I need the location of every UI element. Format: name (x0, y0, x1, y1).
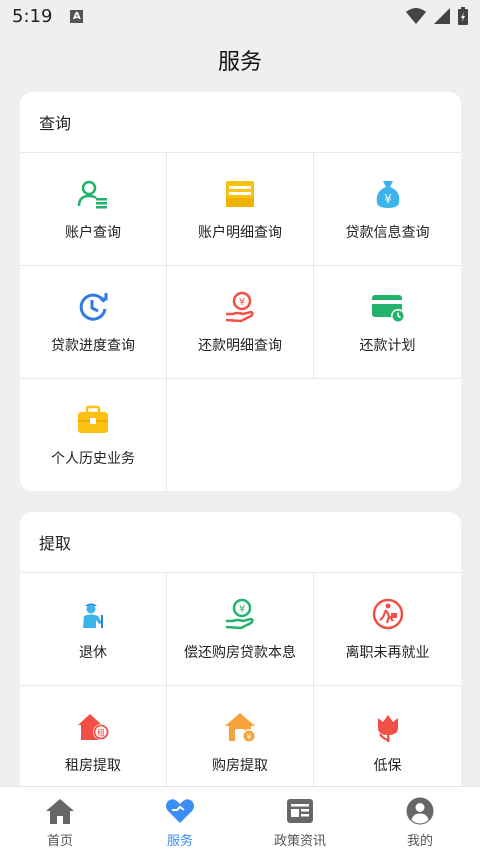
service-history-business[interactable]: 个人历史业务 (20, 379, 167, 491)
section-title-withdraw: 提取 (20, 512, 461, 573)
service-account-detail[interactable]: 账户明细查询 (167, 153, 314, 266)
loan-info-icon: ¥ (376, 181, 399, 208)
svg-text:租: 租 (97, 729, 105, 738)
wifi-icon (406, 8, 426, 24)
query-section-card: 查询 账户查询 账户明细查询 ¥ 贷款信息查询 贷款进度查询 ¥ 还款明细查询 … (20, 92, 461, 491)
svg-text:¥: ¥ (246, 733, 251, 742)
service-buy-house[interactable]: ¥ 购房提取 (167, 686, 314, 799)
cell-label: 贷款信息查询 (345, 225, 430, 241)
service-loan-progress[interactable]: 贷款进度查询 (20, 266, 167, 379)
history-business-icon (78, 405, 108, 433)
status-time: 5:19 (12, 5, 53, 27)
page-title: 服务 (217, 50, 262, 75)
service-resign[interactable]: 离职未再就业 (314, 573, 461, 686)
nav-label: 服务 (166, 834, 193, 849)
nav-profile[interactable]: 我的 (360, 787, 480, 853)
cell-label: 离职未再就业 (345, 645, 430, 661)
account-query-icon (77, 180, 107, 209)
bottom-nav: 首页 服务 政策资讯 我的 (0, 786, 480, 853)
cell-label: 偿还购房贷款本息 (184, 645, 296, 661)
profile-icon (406, 797, 434, 825)
nav-label: 政策资讯 (273, 834, 326, 849)
service-subsistence[interactable]: 低保 (314, 686, 461, 799)
service-repay-mortgage[interactable]: ¥ 偿还购房贷款本息 (167, 573, 314, 686)
loan-progress-icon (79, 293, 108, 321)
repay-detail-icon: ¥ (225, 291, 254, 323)
news-icon (287, 799, 313, 823)
account-detail-icon (226, 181, 254, 207)
heart-icon (166, 799, 194, 823)
home-icon (46, 799, 74, 824)
cell-label: 退休 (79, 645, 107, 661)
service-loan-info[interactable]: ¥ 贷款信息查询 (314, 153, 461, 266)
cell-label: 低保 (373, 758, 402, 774)
status-bar: 5:19 A (0, 0, 480, 32)
cell-label: 还款计划 (359, 338, 416, 354)
nav-label: 我的 (406, 834, 433, 849)
service-retire[interactable]: 退休 (20, 573, 167, 686)
svg-text:¥: ¥ (384, 192, 392, 206)
service-repay-detail[interactable]: ¥ 还款明细查询 (167, 266, 314, 379)
service-rent[interactable]: 租 租房提取 (20, 686, 167, 799)
svg-text:¥: ¥ (239, 604, 245, 615)
repay-mortgage-icon: ¥ (225, 598, 254, 630)
notification-a-icon: A (70, 9, 84, 23)
retire-icon (83, 603, 103, 628)
nav-label: 首页 (46, 834, 73, 849)
nav-news[interactable]: 政策资讯 (240, 787, 360, 853)
nav-service[interactable]: 服务 (120, 787, 240, 853)
signal-icon (434, 8, 450, 24)
cell-label: 购房提取 (212, 758, 268, 774)
section-title-query: 查询 (20, 92, 461, 153)
resign-icon (372, 598, 403, 630)
service-account-query[interactable]: 账户查询 (20, 153, 167, 266)
buy-house-icon: ¥ (225, 713, 256, 743)
subsistence-icon (377, 715, 398, 742)
cell-label: 个人历史业务 (51, 451, 135, 467)
cell-label: 账户查询 (65, 225, 121, 241)
repay-plan-icon (371, 295, 405, 323)
cell-label: 租房提取 (65, 758, 121, 774)
cell-label: 贷款进度查询 (51, 338, 135, 354)
cell-label: 还款明细查询 (198, 338, 282, 354)
service-repay-plan[interactable]: 还款计划 (314, 266, 461, 379)
nav-home[interactable]: 首页 (0, 787, 120, 853)
cell-label: 账户明细查询 (198, 225, 282, 241)
status-icons (406, 7, 468, 25)
svg-text:¥: ¥ (239, 297, 245, 308)
rent-icon: 租 (78, 714, 109, 740)
withdraw-section-card: 提取 退休 ¥ 偿还购房贷款本息 离职未再就业 租 租房提取 ¥ 购房提取 低保 (20, 512, 461, 832)
battery-icon (458, 7, 468, 25)
